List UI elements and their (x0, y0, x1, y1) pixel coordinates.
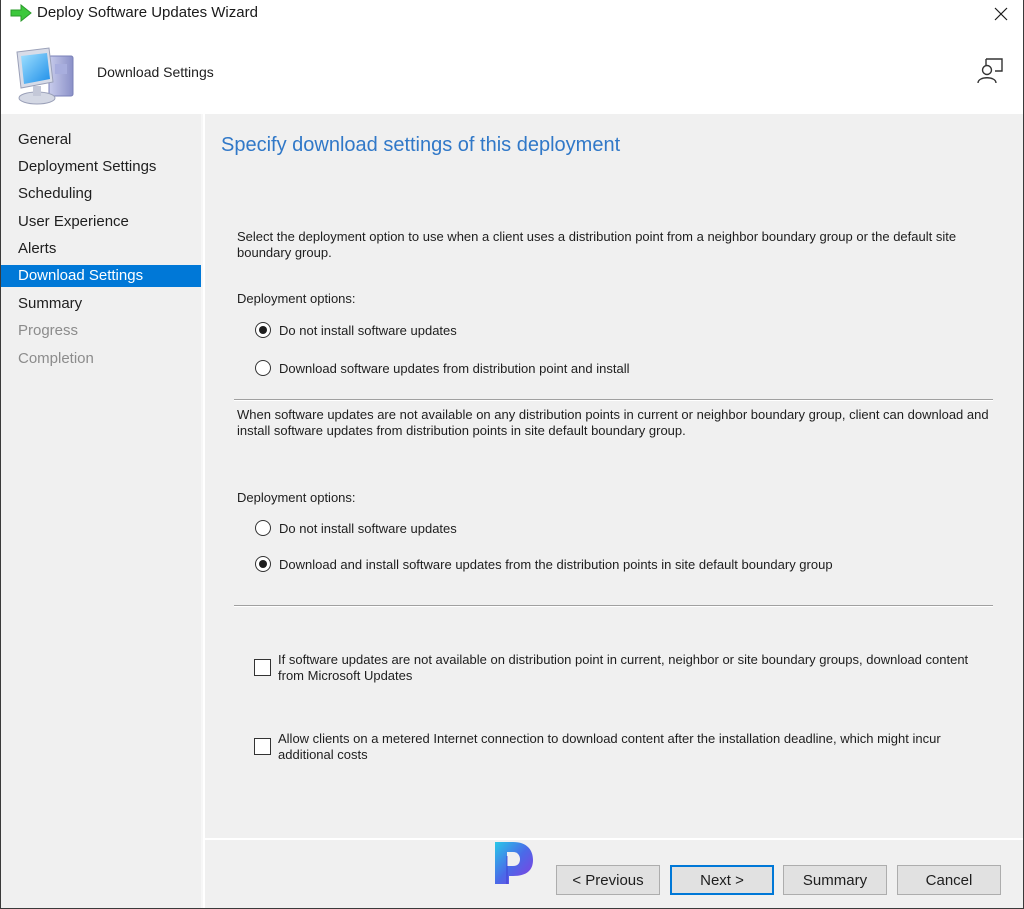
sidebar-item-download-settings[interactable]: Download Settings (1, 265, 201, 287)
sidebar-item-summary[interactable]: Summary (1, 293, 201, 315)
close-button[interactable] (979, 0, 1023, 28)
sidebar-item-alerts[interactable]: Alerts (1, 238, 201, 260)
section1-radio-download-and-install[interactable]: Download software updates from distribut… (255, 359, 629, 377)
radio-button[interactable] (255, 520, 271, 536)
radio-button[interactable] (255, 360, 271, 376)
wizard-content: Specify download settings of this deploy… (205, 114, 1023, 838)
checkbox[interactable] (254, 738, 271, 755)
section2-options-label: Deployment options: (237, 490, 356, 505)
section1-options-label: Deployment options: (237, 291, 356, 306)
page-heading: Specify download settings of this deploy… (221, 134, 621, 156)
cancel-button[interactable]: Cancel (897, 865, 1001, 895)
radio-button-checked[interactable] (255, 556, 271, 572)
wizard-header: Download Settings (1, 28, 1023, 114)
sidebar-item-user-experience[interactable]: User Experience (1, 211, 201, 233)
green-arrow-icon (10, 4, 32, 22)
section2-radio-download-from-default-group[interactable]: Download and install software updates fr… (255, 555, 833, 573)
section1-radio-do-not-install[interactable]: Do not install software updates (255, 321, 457, 339)
section2-description: When software updates are not available … (237, 407, 989, 438)
checkbox-microsoft-updates[interactable]: If software updates are not available on… (254, 652, 974, 684)
checkbox[interactable] (254, 659, 271, 676)
radio-label: Do not install software updates (279, 520, 457, 536)
radio-label: Download software updates from distribut… (279, 360, 630, 376)
checkbox-label: If software updates are not available on… (278, 652, 969, 683)
sidebar-item-general[interactable]: General (1, 129, 201, 151)
title-bar: Deploy Software Updates Wizard (1, 0, 1023, 28)
close-icon (994, 7, 1008, 21)
sidebar-item-deployment-settings[interactable]: Deployment Settings (1, 156, 201, 178)
checkbox-metered-connection[interactable]: Allow clients on a metered Internet conn… (254, 731, 974, 763)
window-title: Deploy Software Updates Wizard (37, 4, 258, 21)
radio-label: Do not install software updates (279, 322, 457, 338)
radio-label: Download and install software updates fr… (279, 556, 833, 572)
sidebar-item-progress: Progress (18, 322, 79, 339)
next-button[interactable]: Next > (670, 865, 774, 895)
feedback-icon[interactable] (975, 56, 1005, 86)
radio-button-checked[interactable] (255, 322, 271, 338)
wizard-window: Deploy Software Updates Wizard Download … (0, 0, 1024, 909)
checkbox-label: Allow clients on a metered Internet conn… (278, 731, 941, 762)
section2-radio-do-not-install[interactable]: Do not install software updates (255, 519, 457, 537)
summary-button[interactable]: Summary (783, 865, 887, 895)
wizard-sidebar: General Deployment Settings Scheduling U… (1, 114, 203, 908)
wizard-footer: < Previous Next > Summary Cancel (205, 838, 1023, 908)
previous-button[interactable]: < Previous (556, 865, 660, 895)
section-divider (234, 605, 993, 607)
sidebar-item-scheduling[interactable]: Scheduling (1, 183, 201, 205)
header-title: Download Settings (97, 64, 214, 80)
section-divider (234, 399, 993, 401)
computer-icon (16, 47, 74, 105)
section1-description: Select the deployment option to use when… (237, 229, 957, 260)
sidebar-item-completion: Completion (18, 350, 94, 367)
p-logo-icon (495, 842, 533, 884)
